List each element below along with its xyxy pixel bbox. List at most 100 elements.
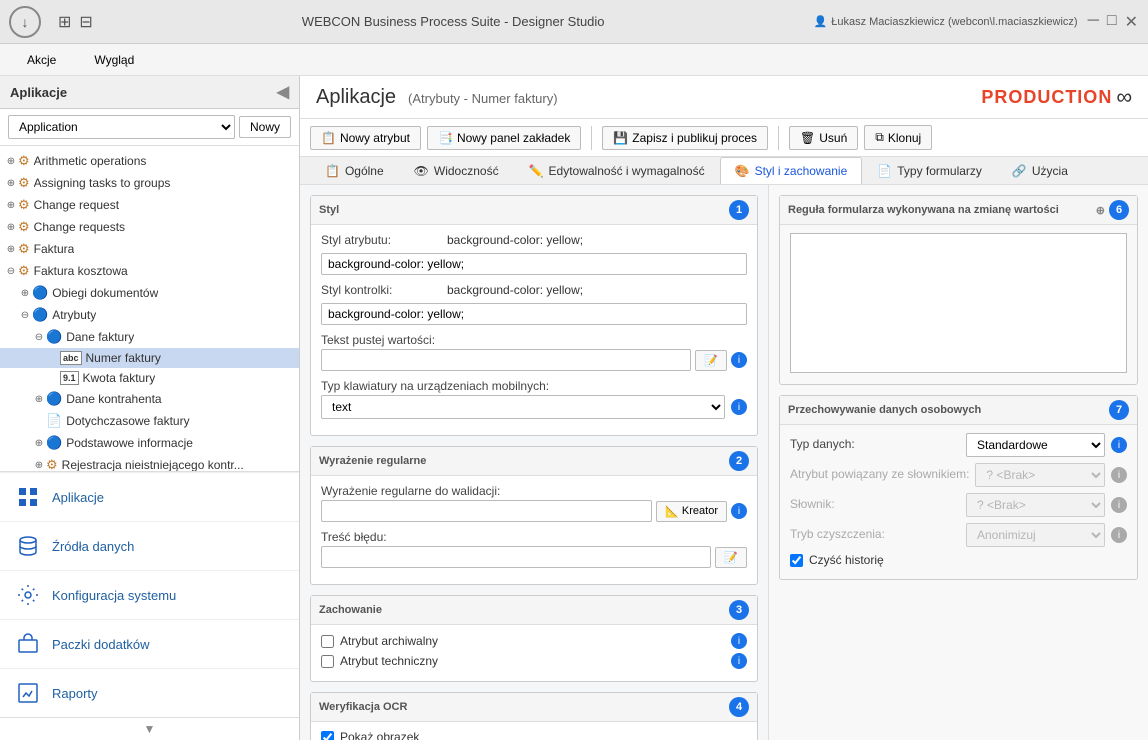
formula-expand-icon[interactable]: ⊕ — [1096, 204, 1105, 217]
new-panel-button[interactable]: 📑 Nowy panel zakładek — [427, 126, 581, 150]
process-icon: ⚙ — [18, 175, 30, 191]
tab-styl[interactable]: 🎨 Styl i zachowanie — [720, 157, 863, 184]
nav-item-paczki[interactable]: Paczki dodatków — [0, 619, 299, 668]
linked-attr-info-icon[interactable]: i — [1111, 467, 1127, 483]
ctrl-style-input[interactable] — [321, 303, 747, 325]
error-text-formula-btn[interactable]: 📝 — [715, 547, 747, 568]
technical-checkbox[interactable] — [321, 655, 334, 668]
nav-item-raporty[interactable]: Raporty — [0, 668, 299, 717]
ocr-section: Weryfikacja OCR 4 Pokaż obrazek Pokaż po… — [310, 692, 758, 740]
sidebar-collapse-icon[interactable]: ◀ — [277, 82, 289, 102]
dictionary-label: Słownik: — [790, 497, 960, 511]
archival-checkbox[interactable] — [321, 635, 334, 648]
show-image-checkbox[interactable] — [321, 731, 334, 740]
keyboard-type-select[interactable]: text — [321, 395, 725, 419]
sidebar-controls: Application Nowy — [0, 109, 299, 146]
new-attribute-button[interactable]: 📋 Nowy atrybut — [310, 126, 421, 150]
tree-item[interactable]: ⊕ ⚙ Rejestracja nieistniejącego kontr... — [0, 454, 299, 471]
new-button[interactable]: Nowy — [239, 116, 291, 138]
empty-text-formula-btn[interactable]: 📝 — [695, 350, 727, 371]
delete-button[interactable]: 🗑 Usuń — [789, 126, 858, 150]
formula-section: Reguła formularza wykonywana na zmianę w… — [779, 195, 1138, 385]
tab-uzycia[interactable]: 🔗 Użycia — [997, 157, 1083, 184]
new-panel-label: Nowy panel zakładek — [457, 131, 570, 145]
tree-label: Assigning tasks to groups — [34, 176, 171, 190]
tree-area[interactable]: ⊕ ⚙ Arithmetic operations ⊕ ⚙ Assigning … — [0, 146, 299, 471]
clean-history-row: Czyść historię — [790, 553, 1127, 567]
nav-item-konfiguracja[interactable]: Konfiguracja systemu — [0, 570, 299, 619]
tree-item[interactable]: ⊖ 🔵 Atrybuty — [0, 304, 299, 326]
tab-icon-styl: 🎨 — [735, 164, 750, 178]
clean-mode-select[interactable]: Anonimizuj — [966, 523, 1105, 547]
tree-item[interactable]: ⊖ 🔵 Dane faktury — [0, 326, 299, 348]
data-type-select[interactable]: Standardowe — [966, 433, 1105, 457]
data-type-info-icon[interactable]: i — [1111, 437, 1127, 453]
error-text-row: Treść błędu: 📝 — [321, 530, 747, 568]
clean-mode-info-icon[interactable]: i — [1111, 527, 1127, 543]
clone-label: Klonuj — [888, 131, 921, 145]
regex-info-icon[interactable]: i — [731, 503, 747, 519]
formula-textarea[interactable] — [790, 233, 1127, 373]
formula-section-body — [780, 225, 1137, 384]
nav-item-zrodla[interactable]: Źródła danych — [0, 521, 299, 570]
save-publish-button[interactable]: 💾 Zapisz i publikuj proces — [602, 126, 768, 150]
clone-button[interactable]: ⧉ Klonuj — [864, 125, 932, 150]
error-text-input[interactable] — [321, 546, 711, 568]
user-info: 👤 Łukasz Maciaszkiewicz (webcon\l.macias… — [814, 15, 1088, 28]
window-title: WEBCON Business Process Suite - Designer… — [93, 14, 814, 29]
new-attribute-label: Nowy atrybut — [340, 131, 410, 145]
application-select[interactable]: Application — [8, 115, 235, 139]
folder-icon: 🔵 — [46, 391, 62, 407]
tree-item[interactable]: ⊕ ⚙ Assigning tasks to groups — [0, 172, 299, 194]
tab-edytowalnosc[interactable]: ✏️ Edytowalność i wymagalność — [514, 157, 720, 184]
tree-item[interactable]: ⊕ 🔵 Podstawowe informacje — [0, 432, 299, 454]
tree-item[interactable]: ⊕ 🔵 Dane kontrahenta — [0, 388, 299, 410]
tab-ogolne[interactable]: 📋 Ogólne — [310, 157, 399, 184]
maximize-icon[interactable]: □ — [1107, 12, 1117, 32]
dictionary-info-icon[interactable]: i — [1111, 497, 1127, 513]
tree-item[interactable]: ⊕ ⚙ Change requests — [0, 216, 299, 238]
nav-item-aplikacje[interactable]: Aplikacje — [0, 472, 299, 521]
attr-style-input[interactable] — [321, 253, 747, 275]
close-icon[interactable]: ✕ — [1125, 12, 1138, 32]
num-icon: 9.1 — [60, 371, 79, 385]
tree-item[interactable]: 📄 Dotychczasowe faktury — [0, 410, 299, 432]
empty-text-info-icon[interactable]: i — [731, 352, 747, 368]
dictionary-select[interactable]: ? <Brak> — [966, 493, 1105, 517]
formula-badge: 6 — [1109, 200, 1129, 220]
menu-widok[interactable]: Wygląd — [77, 48, 151, 72]
tree-item[interactable]: ⊕ 🔵 Obiegi dokumentów — [0, 282, 299, 304]
tab-widocznosc[interactable]: 👁 Widoczność — [399, 157, 514, 184]
doc-icon: 📄 — [46, 413, 62, 429]
toolbar-icons: ⊞ ⊟ — [58, 12, 93, 32]
empty-text-input[interactable] — [321, 349, 691, 371]
archival-row: Atrybut archiwalny i — [321, 633, 747, 649]
archival-info-icon[interactable]: i — [731, 633, 747, 649]
expand-icon: ⊕ — [4, 244, 18, 255]
regex-badge: 2 — [729, 451, 749, 471]
tab-typy[interactable]: 📄 Typy formularzy — [862, 157, 997, 184]
tree-item[interactable]: ⊖ ⚙ Faktura kosztowa — [0, 260, 299, 282]
process-icon: ⚙ — [18, 219, 30, 235]
content-header: Aplikacje (Atrybuty - Numer faktury) PRO… — [300, 76, 1148, 119]
regex-creator-btn[interactable]: 📐 Kreator — [656, 501, 727, 522]
tree-item-numer-faktury[interactable]: abc Numer faktury — [0, 348, 299, 368]
clean-history-checkbox[interactable] — [790, 554, 803, 567]
linked-attr-select[interactable]: ? <Brak> — [975, 463, 1105, 487]
tree-item[interactable]: ⊕ ⚙ Faktura — [0, 238, 299, 260]
tree-label: Change requests — [34, 220, 125, 234]
menu-bar: Akcje Wygląd — [0, 44, 1148, 76]
form-left: Styl 1 Styl atrybutu: background-color: … — [300, 185, 768, 740]
keyboard-type-info-icon[interactable]: i — [731, 399, 747, 415]
tree-item[interactable]: ⊕ ⚙ Arithmetic operations — [0, 150, 299, 172]
window-controls[interactable]: ─ □ ✕ — [1088, 12, 1148, 32]
tree-item[interactable]: 9.1 Kwota faktury — [0, 368, 299, 388]
sidebar-scroll-down[interactable]: ▼ — [0, 717, 299, 740]
clean-mode-row: Tryb czyszczenia: Anonimizuj i — [790, 523, 1127, 547]
minimize-icon[interactable]: ─ — [1088, 12, 1099, 32]
technical-info-icon[interactable]: i — [731, 653, 747, 669]
sidebar: Aplikacje ◀ Application Nowy ⊕ ⚙ Arithme… — [0, 76, 300, 740]
menu-akcje[interactable]: Akcje — [10, 48, 73, 72]
tree-item[interactable]: ⊕ ⚙ Change request — [0, 194, 299, 216]
regex-input[interactable] — [321, 500, 652, 522]
